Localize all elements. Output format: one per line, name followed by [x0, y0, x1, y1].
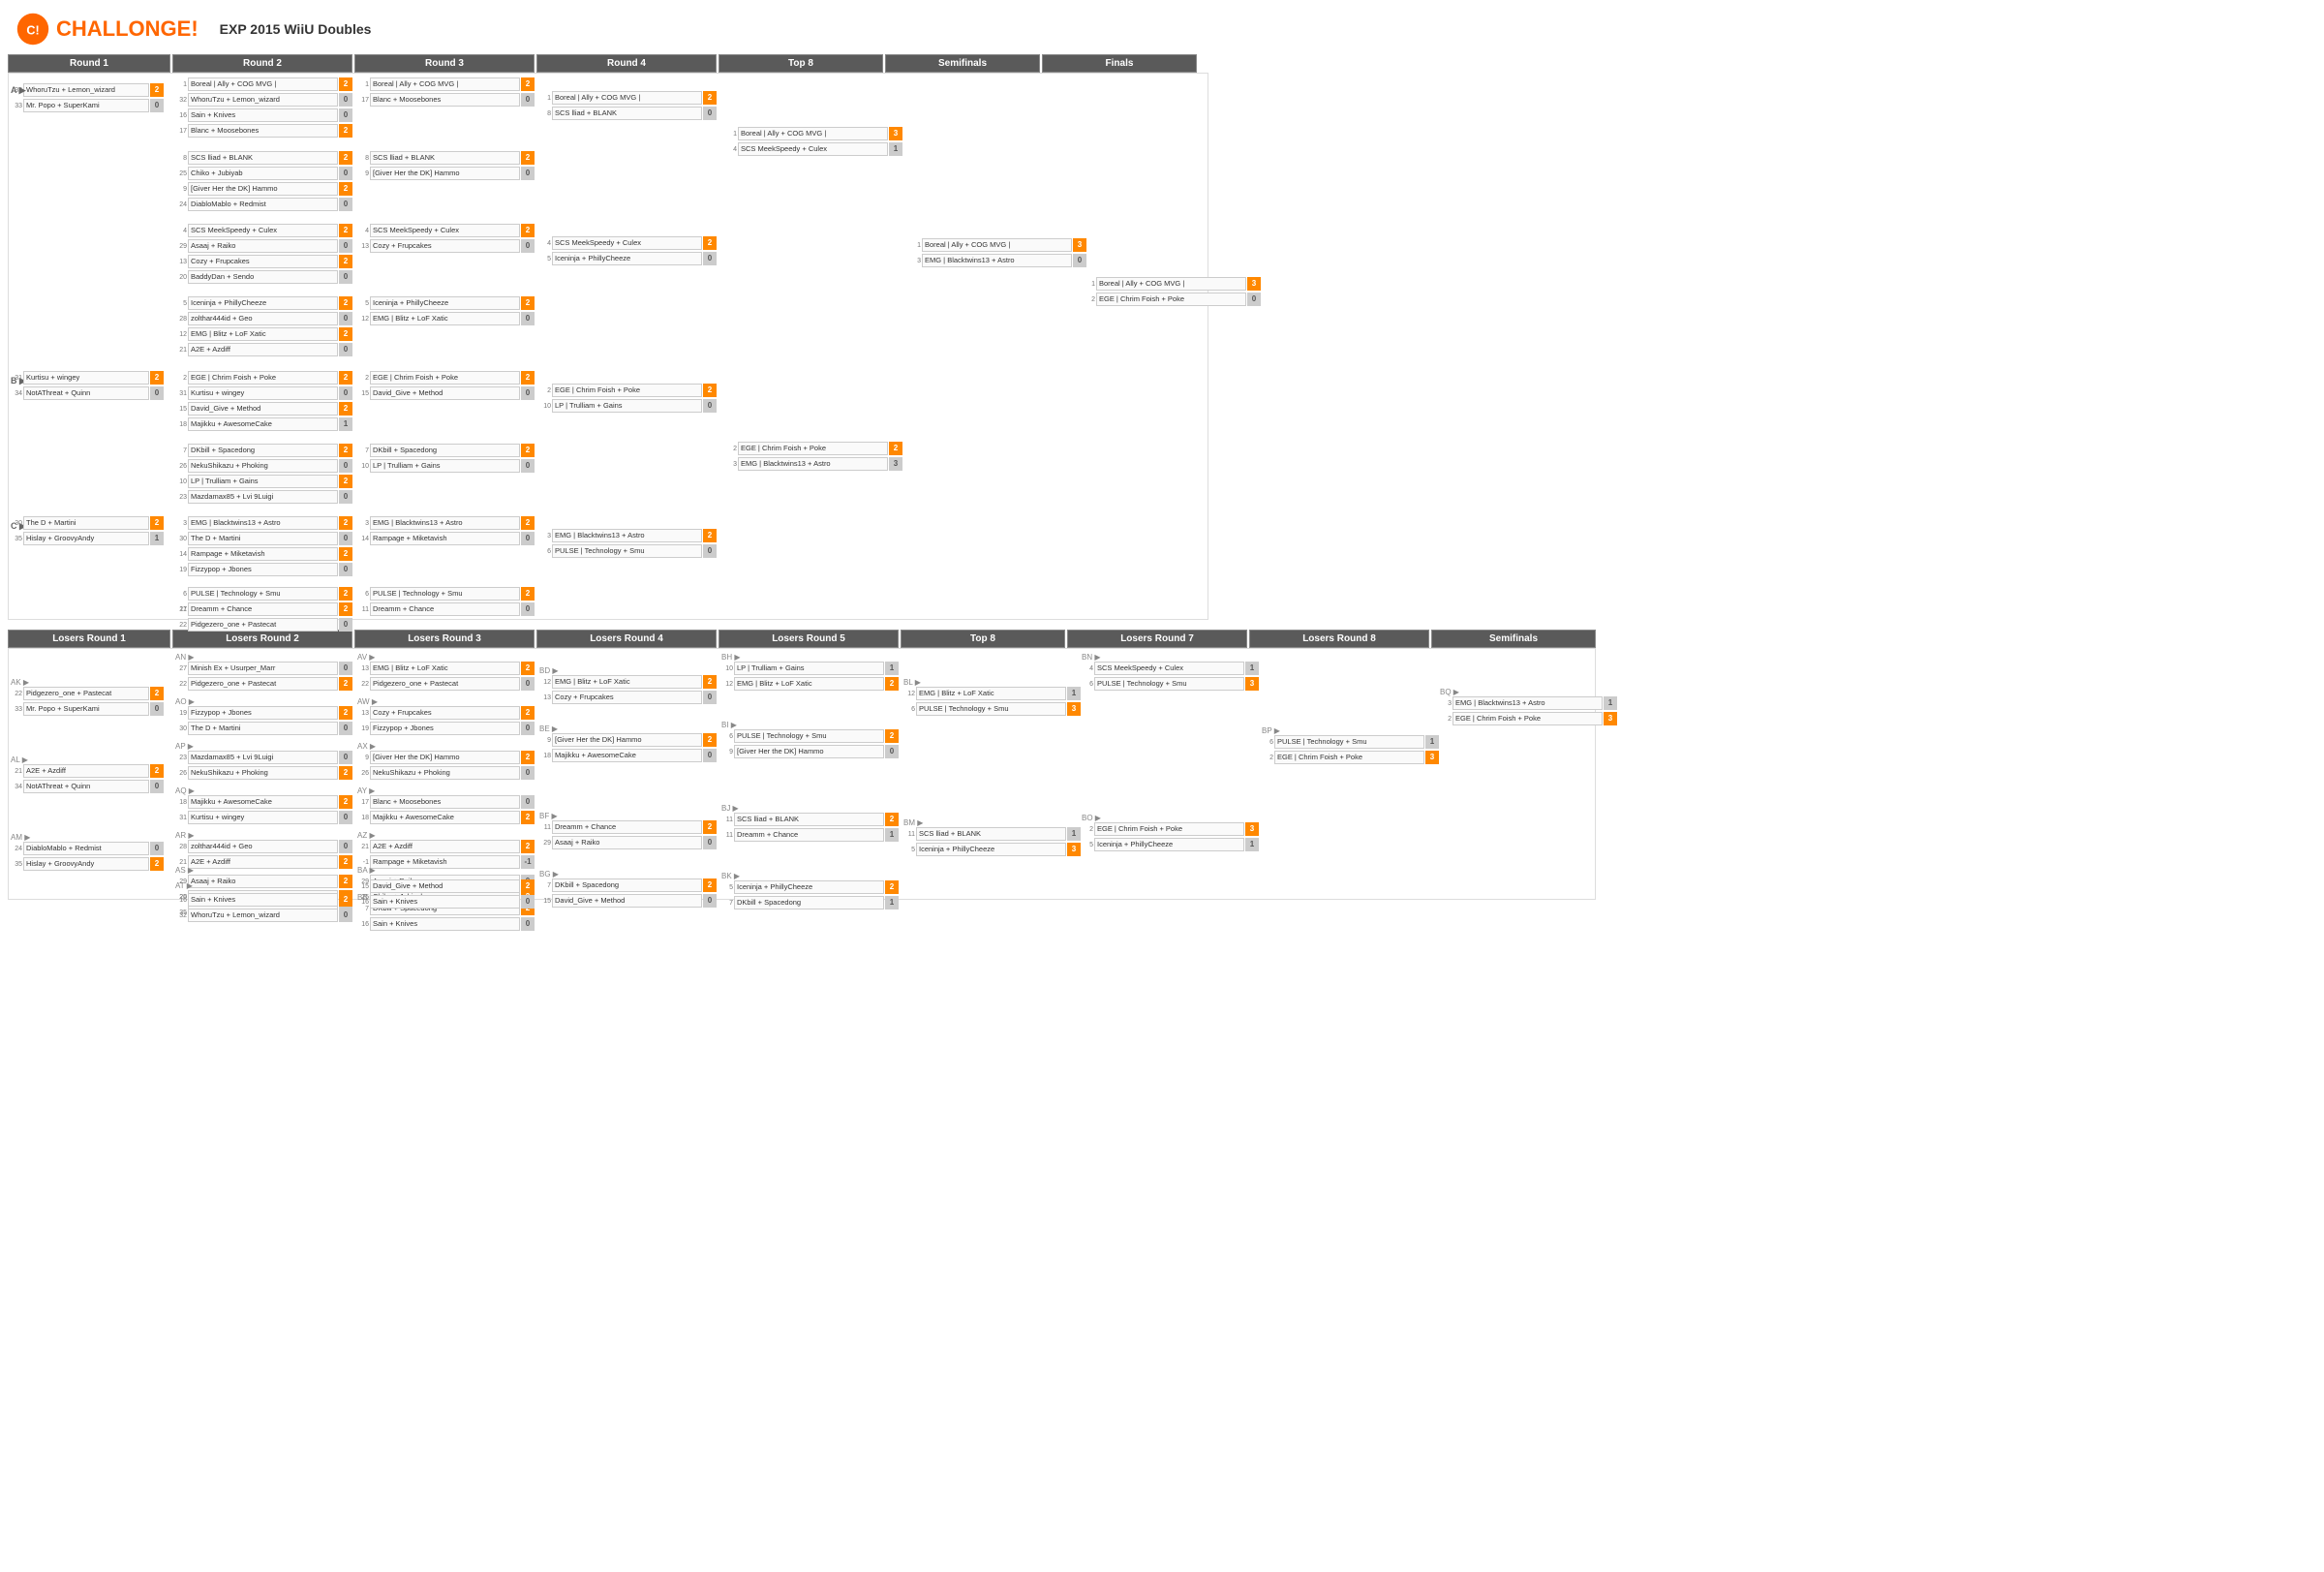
w-r2-m5: 4SCS MeekSpeedy + Culex2 29Asaaj + Raiko…: [175, 224, 352, 253]
w-r2-m1: 1Boreal | Ally + COG MVG |2 32WhoruTzu +…: [175, 77, 352, 107]
w-r2-m11: 7DKbill + Spacedong2 26NekuShikazu + Pho…: [175, 444, 352, 473]
l-semis-header: Semifinals: [1431, 630, 1596, 648]
l-r1-ak: AK ▶ 22Pidgezero_one + Pastecat2 33Mr. P…: [11, 678, 164, 716]
w-r1-the-d: 30The D + Martini2 35Hislay + GroovyAndy…: [11, 516, 164, 545]
w-r3-m4: 5Iceninja + PhillyCheeze2 12EMG | Blitz …: [357, 296, 535, 325]
w-r4-m4: 3EMG | Blacktwins13 + Astro2 6PULSE | Te…: [539, 529, 717, 558]
l-r4-be: BE ▶ 9[Giver Her the DK] Hammo2 18Majikk…: [539, 724, 717, 762]
w-rnd2-header: Round 2: [172, 54, 352, 73]
l-top8-bm: BM ▶ 11SCS lliad + BLANK1 5Iceninja + Ph…: [903, 818, 1081, 856]
l-r7-bo: BO ▶ 2EGE | Chrim Foish + Poke3 5Iceninj…: [1082, 814, 1259, 851]
l-r7-bn: BN ▶ 4SCS MeekSpeedy + Culex1 6PULSE | T…: [1082, 653, 1259, 691]
w-r4-m2: 4SCS MeekSpeedy + Culex2 5Iceninja + Phi…: [539, 236, 717, 265]
tournament-info: EXP 2015 WiiU Doubles: [208, 21, 372, 37]
l-rnd5-header: Losers Round 5: [719, 630, 899, 648]
l-r1-am: AM ▶ 24DiabloMablo + Redmist0 35Hislay +…: [11, 833, 164, 871]
l-r3-bc: 15David_Give + Method2 16Sain + Knives0: [357, 879, 535, 909]
losers-bracket-section: Losers Round 1 Losers Round 2 Losers Rou…: [4, 624, 2320, 900]
w-r2-m10: 15David_Give + Method2 18Majikku + Aweso…: [175, 402, 352, 431]
w-r2-m9: 2EGE | Chrim Foish + Poke2 31Kurtisu + w…: [175, 371, 352, 400]
w-top8-m1: 1Boreal | Ally + COG MVG |3 4SCS MeekSpe…: [725, 127, 902, 156]
w-semis-header: Semifinals: [885, 54, 1040, 73]
l-r1-al: AL ▶ 21A2E + Azdiff2 34NotAThreat + Quin…: [11, 755, 164, 793]
w-r4-m1: 1Boreal | Ally + COG MVG |2 8SCS lliad +…: [539, 91, 717, 120]
w-r3-m6: 7DKbill + Spacedong2 10LP | Trulliam + G…: [357, 444, 535, 473]
l-r4-bd: BD ▶ 12EMG | Blitz + LoF Xatic2 13Cozy +…: [539, 666, 717, 704]
w-r2-m7: 5Iceninja + PhillyCheeze2 28zolthar444id…: [175, 296, 352, 325]
w-r3-m5: 2EGE | Chrim Foish + Poke2 15David_Give …: [357, 371, 535, 400]
w-r4-m3: 2EGE | Chrim Foish + Poke2 10LP | Trulli…: [539, 384, 717, 413]
w-r2-m2: 16Sain + Knives0 17Blanc + Moosebones2: [175, 108, 352, 138]
w-r2-m4: 9[Giver Her the DK] Hammo2 24DiabloMablo…: [175, 182, 352, 211]
w-r3-m1: 1Boreal | Ally + COG MVG |2 17Blanc + Mo…: [357, 77, 535, 107]
l-rnd2-header: Losers Round 2: [172, 630, 352, 648]
svg-text:C!: C!: [26, 23, 39, 37]
w-r2-m14: 14Rampage + Miketavish2 19Fizzypop + Jbo…: [175, 547, 352, 576]
l-rnd3-header: Losers Round 3: [354, 630, 535, 648]
winners-bracket-section: Round 1 Round 2 Round 3 Round 4 Top 8 Se…: [4, 54, 2320, 620]
app-name: CHALLONGE!: [56, 16, 199, 42]
w-finals-m1: 1Boreal | Ally + COG MVG |3 2EGE | Chrim…: [1084, 277, 1261, 306]
page-container: C! CHALLONGE! EXP 2015 WiiU Doubles Roun…: [0, 0, 2324, 904]
w-semi-m1: 1Boreal | Ally + COG MVG |3 3EMG | Black…: [909, 238, 1086, 267]
l-r3-ax: AX ▶ 9[Giver Her the DK] Hammo2 26NekuSh…: [357, 742, 535, 780]
w-r1-kurtisu: 31Kurtisu + wingey2 34NotAThreat + Quinn…: [11, 371, 164, 400]
l-r8-bp: BP ▶ 6PULSE | Technology + Smu1 2EGE | C…: [1262, 726, 1439, 764]
winners-bracket-body: 32WhoruTzu + Lemon_wizard2 33Mr. Popo + …: [8, 73, 1208, 620]
w-top8-m2: 2EGE | Chrim Foish + Poke2 3EMG | Blackt…: [725, 442, 902, 471]
w-r2-m6: 13Cozy + Frupcakes2 20BaddyDan + Sendo0: [175, 255, 352, 284]
l-r3-av: AV ▶ 13EMG | Blitz + LoF Xatic2 22Pidgez…: [357, 653, 535, 691]
l-rnd7-header: Losers Round 7: [1067, 630, 1247, 648]
l-top8-bl: BL ▶ 12EMG | Blitz + LoF Xatic1 6PULSE |…: [903, 678, 1081, 716]
challonge-logo-icon: C!: [15, 12, 50, 46]
l-r5-bi: BI ▶ 6PULSE | Technology + Smu2 9[Giver …: [721, 721, 899, 758]
logo: C! CHALLONGE!: [15, 12, 199, 46]
l-r4-bg: BG ▶ 7DKbill + Spacedong2 15David_Give +…: [539, 870, 717, 908]
l-top8-header: Top 8: [901, 630, 1065, 648]
l-r3-az: AZ ▶ 21A2E + Azdiff2 -1Rampage + Miketav…: [357, 831, 535, 869]
w-rnd1-header: Round 1: [8, 54, 170, 73]
w-r3-m3: 4SCS MeekSpeedy + Culex2 13Cozy + Frupca…: [357, 224, 535, 253]
w-rnd4-header: Round 4: [536, 54, 717, 73]
l-r5-bh: BH ▶ 10LP | Trulliam + Gains1 12EMG | Bl…: [721, 653, 899, 691]
l-rnd1-header: Losers Round 1: [8, 630, 170, 648]
l-r2-ao: AO ▶ 19Fizzypop + Jbones2 30The D + Mart…: [175, 697, 352, 735]
winners-round-headers: Round 1 Round 2 Round 3 Round 4 Top 8 Se…: [8, 54, 2316, 73]
l-r4-bf: BF ▶ 11Dreamm + Chance2 29Asaaj + Raiko0: [539, 812, 717, 849]
l-r2-ar: AR ▶ 28zolthar444id + Geo0 21A2E + Azdif…: [175, 831, 352, 869]
w-top8-header: Top 8: [719, 54, 883, 73]
l-r5-bk: BK ▶ 5Iceninja + PhillyCheeze2 7DKbill +…: [721, 872, 899, 909]
w-r3-m7: 3EMG | Blacktwins13 + Astro2 14Rampage +…: [357, 516, 535, 545]
l-r3-aw: AW ▶ 13Cozy + Frupcakes2 19Fizzypop + Jb…: [357, 697, 535, 735]
l-r2-aq: AQ ▶ 18Majikku + AwesomeCake2 31Kurtisu …: [175, 786, 352, 824]
l-r2-ap: AP ▶ 23Mazdamax85 + Lvi 9Luigi0 26NekuSh…: [175, 742, 352, 780]
w-finals-header: Finals: [1042, 54, 1197, 73]
w-r2-m8: 12EMG | Blitz + LoF Xatic2 21A2E + Azdif…: [175, 327, 352, 356]
tournament-title: EXP 2015 WiiU Doubles: [208, 21, 372, 37]
w-r1-matchA: 32WhoruTzu + Lemon_wizard2 33Mr. Popo + …: [11, 83, 164, 112]
l-r2-au: 16Sain + Knives2 32WhoruTzu + Lemon_wiza…: [175, 893, 352, 922]
l-r2-an: AN ▶ 27Minish Ex + Usurper_Marr0 22Pidge…: [175, 653, 352, 691]
l-rnd8-header: Losers Round 8: [1249, 630, 1429, 648]
bracket-label-a: A ▶: [11, 85, 26, 96]
l-semi-bq: BQ ▶ 3EMG | Blacktwins13 + Astro1 2EGE |…: [1440, 688, 1617, 725]
l-r5-bj: BJ ▶ 11SCS lliad + BLANK2 11Dreamm + Cha…: [721, 804, 899, 842]
w-rnd3-header: Round 3: [354, 54, 535, 73]
losers-bracket-body: AK ▶ 22Pidgezero_one + Pastecat2 33Mr. P…: [8, 648, 1596, 900]
l-r3-ay: AY ▶ 17Blanc + Moosebones0 18Majikku + A…: [357, 786, 535, 824]
header: C! CHALLONGE! EXP 2015 WiiU Doubles: [4, 4, 2320, 54]
w-r2-m12: 10LP | Trulliam + Gains2 23Mazdamax85 + …: [175, 475, 352, 504]
w-r3-m2: 8SCS lliad + BLANK2 9[Giver Her the DK] …: [357, 151, 535, 180]
w-r2-m16: 11Dreamm + Chance2 22Pidgezero_one + Pas…: [175, 602, 352, 632]
losers-round-headers: Losers Round 1 Losers Round 2 Losers Rou…: [8, 630, 2316, 648]
w-r3-m8: 6PULSE | Technology + Smu2 11Dreamm + Ch…: [357, 587, 535, 616]
l-rnd4-header: Losers Round 4: [536, 630, 717, 648]
w-r2-m13: 3EMG | Blacktwins13 + Astro2 30The D + M…: [175, 516, 352, 545]
w-r2-m3: 8SCS lliad + BLANK2 25Chiko + Jubiyab0: [175, 151, 352, 180]
